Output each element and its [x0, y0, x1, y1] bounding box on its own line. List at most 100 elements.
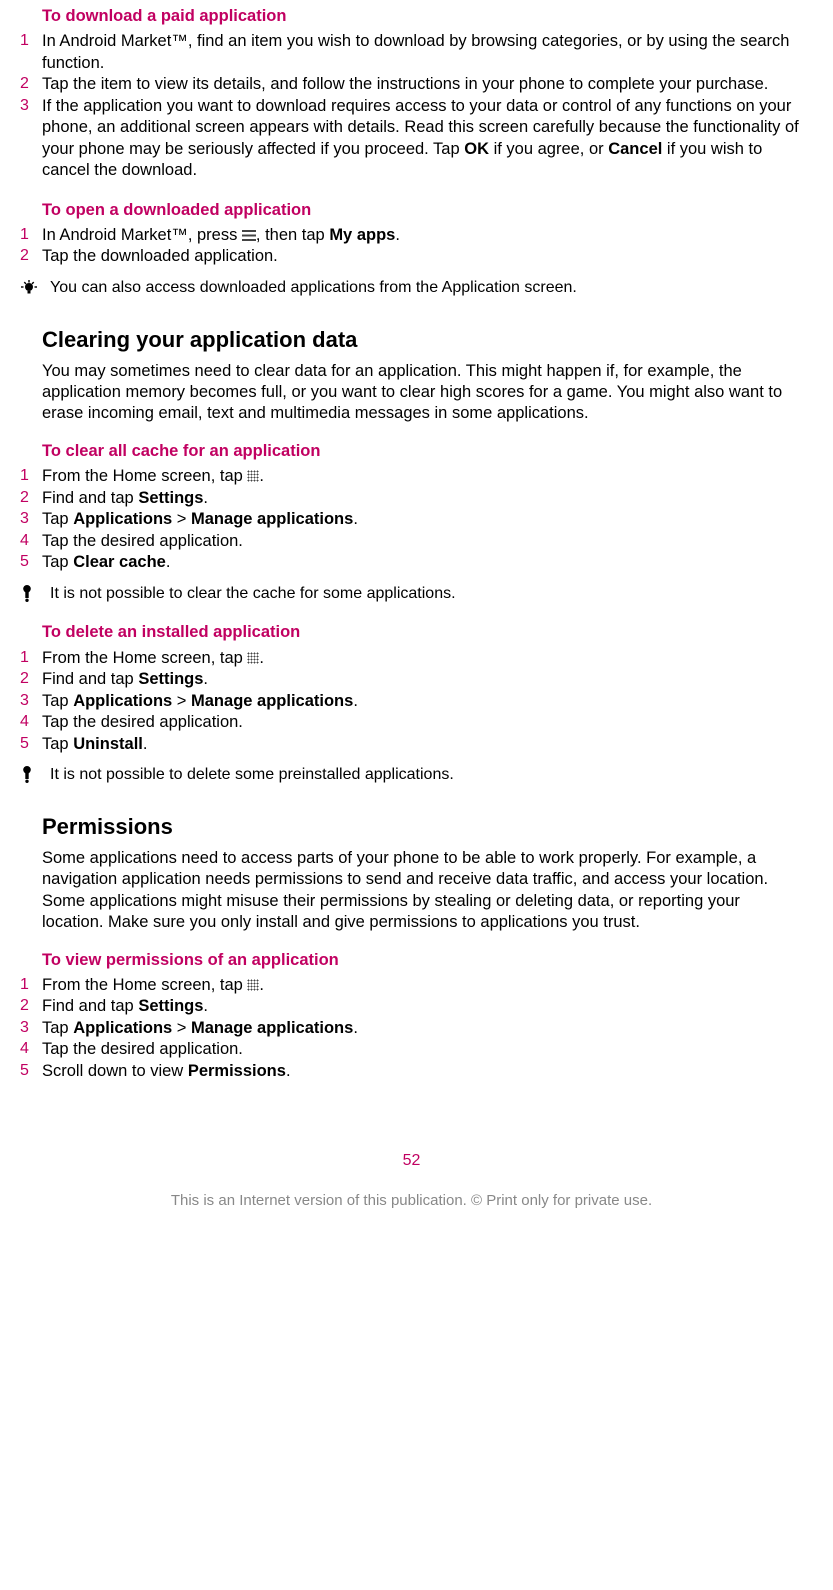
step: 1 In Android Market™, press , then tap M… [20, 225, 803, 246]
step-text: Find and tap Settings. [42, 488, 803, 509]
step-text: From the Home screen, tap . [42, 648, 803, 669]
bold-clear-cache: Clear cache [73, 553, 166, 571]
text: . [286, 1062, 291, 1080]
subheading-view-permissions: To view permissions of an application [42, 950, 803, 971]
text: . [353, 510, 358, 528]
text: . [353, 1019, 358, 1037]
tip-row: You can also access downloaded applicati… [20, 278, 803, 299]
step: 4 Tap the desired application. [20, 1039, 803, 1060]
text: Tap [42, 553, 73, 571]
text: Find and tap [42, 997, 138, 1015]
step-text: Find and tap Settings. [42, 669, 803, 690]
step-number: 3 [20, 1018, 42, 1039]
warning-text: It is not possible to delete some preins… [50, 765, 803, 786]
steps-open-downloaded: 1 In Android Market™, press , then tap M… [20, 225, 803, 268]
bold-settings: Settings [138, 670, 203, 688]
step-text: In Android Market™, press , then tap My … [42, 225, 803, 246]
step: 2 Tap the downloaded application. [20, 246, 803, 267]
text: Find and tap [42, 670, 138, 688]
step-number: 5 [20, 552, 42, 573]
text: . [203, 997, 208, 1015]
step-number: 1 [20, 466, 42, 487]
steps-clear-cache: 1 From the Home screen, tap . 2 Find and… [20, 466, 803, 573]
text: In Android Market™, press [42, 226, 242, 244]
step-number: 4 [20, 531, 42, 552]
step: 4 Tap the desired application. [20, 712, 803, 733]
step: 5 Tap Clear cache. [20, 552, 803, 573]
text: From the Home screen, tap [42, 467, 247, 485]
text: > [172, 692, 191, 710]
step: 1 In Android Market™, find an item you w… [20, 31, 803, 74]
step-text: Tap Applications > Manage applications. [42, 691, 803, 712]
step-text: Tap the item to view its details, and fo… [42, 74, 803, 95]
step: 1 From the Home screen, tap . [20, 466, 803, 487]
bold-applications: Applications [73, 510, 172, 528]
warning-text: It is not possible to clear the cache fo… [50, 584, 803, 605]
subheading-download-paid: To download a paid application [42, 6, 803, 27]
step: 2 Find and tap Settings. [20, 669, 803, 690]
step-number: 3 [20, 509, 42, 530]
warning-icon [20, 584, 50, 602]
bold-settings: Settings [138, 997, 203, 1015]
step: 3 Tap Applications > Manage applications… [20, 691, 803, 712]
tip-text: You can also access downloaded applicati… [50, 278, 803, 299]
step: 4 Tap the desired application. [20, 531, 803, 552]
step-text: Scroll down to view Permissions. [42, 1061, 803, 1082]
step-text: From the Home screen, tap . [42, 466, 803, 487]
text: Scroll down to view [42, 1062, 188, 1080]
bold-applications: Applications [73, 692, 172, 710]
apps-grid-icon [247, 470, 259, 482]
bold-cancel: Cancel [608, 140, 662, 158]
text: > [172, 1019, 191, 1037]
subheading-clear-cache: To clear all cache for an application [42, 441, 803, 462]
step-text: Tap Clear cache. [42, 552, 803, 573]
step: 5 Scroll down to view Permissions. [20, 1061, 803, 1082]
step-number: 2 [20, 246, 42, 267]
step-text: If the application you want to download … [42, 96, 803, 182]
step-text: In Android Market™, find an item you wis… [42, 31, 803, 74]
step-text: Tap Applications > Manage applications. [42, 509, 803, 530]
text: . [166, 553, 171, 571]
apps-grid-icon [247, 652, 259, 664]
step-number: 2 [20, 74, 42, 95]
text: Tap [42, 692, 73, 710]
warning-row: It is not possible to clear the cache fo… [20, 584, 803, 605]
bold-my-apps: My apps [329, 226, 395, 244]
text: . [143, 735, 148, 753]
bold-uninstall: Uninstall [73, 735, 143, 753]
bold-permissions: Permissions [188, 1062, 286, 1080]
step-number: 4 [20, 1039, 42, 1060]
text: if you agree, or [489, 140, 608, 158]
step: 2 Tap the item to view its details, and … [20, 74, 803, 95]
step-number: 1 [20, 648, 42, 669]
steps-download-paid: 1 In Android Market™, find an item you w… [20, 31, 803, 181]
step-text: Tap the desired application. [42, 712, 803, 733]
text: Tap [42, 1019, 73, 1037]
step-number: 5 [20, 734, 42, 755]
text: From the Home screen, tap [42, 976, 247, 994]
step-number: 1 [20, 975, 42, 996]
text: . [259, 467, 264, 485]
text: . [203, 489, 208, 507]
subheading-open-downloaded: To open a downloaded application [42, 200, 803, 221]
heading-permissions: Permissions [42, 814, 803, 840]
text: From the Home screen, tap [42, 649, 247, 667]
step-number: 2 [20, 488, 42, 509]
text: . [395, 226, 400, 244]
bold-manage-apps: Manage applications [191, 1019, 353, 1037]
page-number: 52 [20, 1152, 803, 1170]
subheading-delete-app: To delete an installed application [42, 622, 803, 643]
text: . [353, 692, 358, 710]
text: Tap [42, 735, 73, 753]
step-number: 1 [20, 31, 42, 74]
step: 1 From the Home screen, tap . [20, 975, 803, 996]
heading-clearing-data: Clearing your application data [42, 327, 803, 353]
step: 5 Tap Uninstall. [20, 734, 803, 755]
step-number: 4 [20, 712, 42, 733]
step-number: 3 [20, 96, 42, 182]
step-text: Find and tap Settings. [42, 996, 803, 1017]
text: . [259, 976, 264, 994]
step-number: 5 [20, 1061, 42, 1082]
step: 2 Find and tap Settings. [20, 488, 803, 509]
step-text: Tap Uninstall. [42, 734, 803, 755]
